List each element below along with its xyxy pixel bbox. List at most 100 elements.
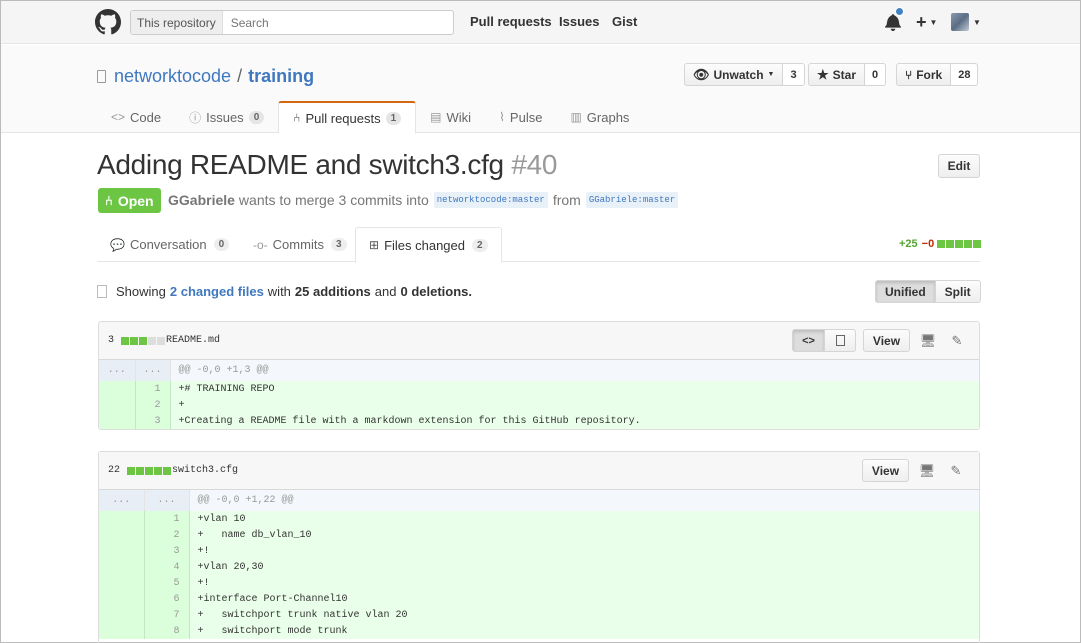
caret-down-icon: ▼ [973,17,981,27]
repo-separator: / [237,66,243,86]
new-line-number[interactable]: 3 [144,543,190,559]
tab-pull-requests[interactable]: ⑃ Pull requests 1 [278,101,417,134]
tab-commits-label: Commits [272,237,324,252]
open-desktop-button[interactable]: 🖥 [915,459,939,482]
file-name[interactable]: README.md [166,335,220,346]
tab-commits-count: 3 [330,238,347,251]
star-label: Star [832,67,856,82]
rich-diff-button[interactable] [825,329,856,352]
tab-graphs[interactable]: ▥ Graphs [556,101,643,133]
old-line-number [99,575,145,591]
diffstat-block [136,466,145,475]
git-commit-icon: -o- [253,237,268,252]
tab-pulse-label: Pulse [509,109,543,125]
pr-number: #40 [511,149,558,180]
code-line: + name db_vlan_10 [189,527,979,543]
repo-name-link[interactable]: training [248,66,314,87]
base-branch[interactable]: networktocode:master [433,192,548,208]
star-button[interactable]: ★ Star [808,63,865,86]
expand-button[interactable]: ... [99,490,145,511]
watch-count[interactable]: 3 [783,63,805,86]
view-file-button[interactable]: View [862,459,909,482]
expand-button[interactable]: ... [144,490,190,511]
diffstat-block [121,336,130,345]
tab-wiki[interactable]: ▤ Wiki [416,101,485,133]
edit-file-button[interactable]: ✎ [944,459,968,482]
file-change-count: 22 [108,465,172,476]
new-line-number[interactable]: 5 [144,575,190,591]
changed-files-link[interactable]: 2 changed files [170,284,264,299]
new-line-number[interactable]: 3 [135,413,171,429]
fork-button[interactable]: ⑂ Fork [896,63,952,86]
edit-button[interactable]: Edit [938,154,980,178]
new-line-number[interactable]: 2 [144,527,190,543]
edit-file-button[interactable]: ✎ [945,329,969,352]
nav-issues[interactable]: Issues [559,14,599,29]
new-line-number[interactable]: 1 [144,511,190,527]
diff-icon: ⊞ [369,238,380,252]
search-input[interactable] [222,15,423,30]
new-line-number[interactable]: 2 [135,397,171,413]
fork-count[interactable]: 28 [951,63,979,86]
old-line-number [99,623,145,639]
code-line: +vlan 20,30 [189,559,979,575]
new-line-number[interactable]: 6 [144,591,190,607]
new-line-number[interactable]: 4 [144,559,190,575]
code-line: + switchport trunk native vlan 20 [189,607,979,623]
split-button[interactable]: Split [935,280,981,303]
unread-indicator [895,7,904,16]
open-desktop-button[interactable]: 🖥 [916,329,940,352]
expand-button[interactable]: ... [99,360,136,381]
file-header: 22 switch3.cfg View 🖥 ✎ [99,452,979,490]
diffstat-block [955,240,964,248]
tab-files-changed[interactable]: ⊞ Files changed 2 [355,227,502,263]
unwatch-button[interactable]: 👁 Unwatch ▼ [684,63,784,86]
create-new-dropdown[interactable]: + ▼ [916,11,937,33]
table-row: 1 +vlan 10 [99,511,979,527]
repo-icon [97,70,106,83]
tab-conversation[interactable]: 💬 Conversation 0 [110,227,230,262]
star-count[interactable]: 0 [865,63,887,86]
head-branch[interactable]: GGabriele:master [585,192,679,208]
fork-label: Fork [916,67,943,82]
expand-button[interactable]: ... [135,360,171,381]
star-group: ★ Star 0 [808,63,887,86]
from-text: from [552,192,581,208]
tab-issues[interactable]: ⓘ Issues 0 [175,101,278,133]
deletions-count: −0 [921,238,935,250]
diff-table: ... ... @@ -0,0 +1,22 @@ 1 +vlan 10 2 + na… [99,490,979,639]
issue-opened-icon: ⓘ [189,110,202,125]
diffstat: +25 −0 [899,238,982,250]
table-row: 8 + switchport mode trunk [99,623,979,639]
tab-code[interactable]: <> Code [97,101,175,133]
search-box[interactable]: This repository [130,10,454,35]
tab-pulse[interactable]: ⌇ Pulse [485,101,556,133]
new-line-number[interactable]: 1 [135,381,171,397]
view-file-button[interactable]: View [863,329,910,352]
diffstat-block [154,466,163,475]
top-header: This repository Pull requests Issues Gis… [1,1,1080,44]
notifications-button[interactable] [885,7,904,33]
status-label: Open [117,192,154,209]
unwatch-label: Unwatch [713,67,764,82]
tab-commits[interactable]: -o- Commits 3 [253,227,347,262]
new-line-number[interactable]: 7 [144,607,190,623]
unified-button[interactable]: Unified [875,280,936,303]
toc-additions: 25 additions [294,284,371,299]
user-menu-dropdown[interactable]: ▼ [951,11,981,33]
author-link[interactable]: GGabriele [168,192,235,208]
source-diff-button[interactable]: <> [792,329,825,352]
repo-title: networktocode / training [97,66,314,87]
nav-gist[interactable]: Gist [612,14,637,29]
new-line-number[interactable]: 8 [144,623,190,639]
repo-owner-link[interactable]: networktocode [114,66,231,87]
file-name[interactable]: switch3.cfg [172,465,238,476]
repo-header: networktocode / training 👁 Unwatch ▼ 3 ★… [1,45,1080,134]
pr-tabs: 💬 Conversation 0 -o- Commits 3 ⊞ Files c… [97,227,980,263]
git-pull-request-icon: ⑃ [105,193,113,208]
status-badge: ⑃ Open [98,188,161,213]
github-logo-icon[interactable] [95,9,121,35]
nav-pull-requests[interactable]: Pull requests [470,14,552,29]
tab-code-label: Code [130,109,162,125]
tab-graphs-label: Graphs [586,109,630,125]
